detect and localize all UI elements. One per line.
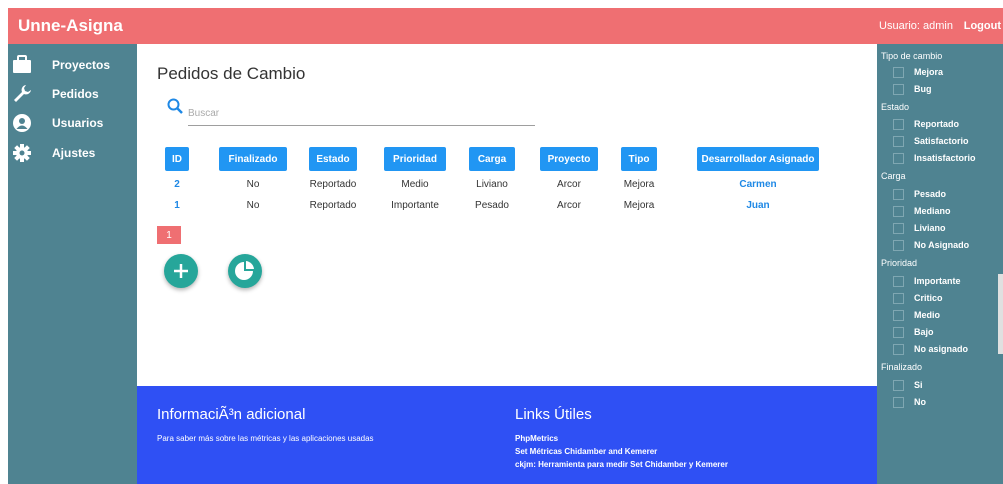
checkbox[interactable]: [893, 327, 904, 338]
column-header-carga[interactable]: Carga: [469, 147, 515, 171]
page-title: Pedidos de Cambio: [157, 64, 306, 83]
footer-info-title: InformaciÃ³n adicional: [157, 406, 306, 423]
sidebar-item-usuarios[interactable]: Usuarios: [8, 112, 137, 136]
table-cell-finalizado: No: [246, 200, 260, 211]
brand-logo[interactable]: Unne-Asigna: [18, 16, 123, 36]
sidebar-item-label: Proyectos: [52, 58, 111, 72]
table-cell-tipo: Mejora: [623, 179, 655, 190]
filter-group-title: Estado: [881, 102, 910, 112]
search-icon: [167, 98, 183, 114]
sidebar-item-ajustes[interactable]: Ajustes: [8, 142, 137, 166]
column-header-tipo[interactable]: Tipo: [621, 147, 657, 171]
column-header-prioridad[interactable]: Prioridad: [384, 147, 446, 171]
column-header-desarrollador[interactable]: Desarrollador Asignado: [697, 147, 819, 171]
logout-link[interactable]: Logout: [964, 20, 1001, 32]
checkbox[interactable]: [893, 293, 904, 304]
table-cell-estado: Reportado: [309, 179, 357, 190]
sidebar-item-label: Pedidos: [52, 87, 99, 101]
filter-group-title: Finalizado: [881, 362, 923, 372]
column-header-proyecto[interactable]: Proyecto: [540, 147, 598, 171]
table-cell-carga: Liviano: [476, 179, 508, 190]
checkbox[interactable]: [893, 223, 904, 234]
footer-link-ck-metrics[interactable]: Set Métricas Chidamber and Kemerer: [515, 447, 657, 456]
footer-info-text: Para saber más sobre las métricas y las …: [157, 434, 374, 443]
table-cell-id[interactable]: 1: [165, 200, 189, 211]
pie-chart-icon: [235, 261, 254, 280]
wrench-icon: [14, 85, 31, 102]
pagination-page-1[interactable]: 1: [157, 226, 181, 244]
filter-group-title: Prioridad: [881, 258, 918, 268]
current-user-label: Usuario: admin: [879, 20, 953, 32]
footer-link-phpmetrics[interactable]: PhpMetrics: [515, 434, 558, 443]
checkbox[interactable]: [893, 153, 904, 164]
table-cell-id[interactable]: 2: [165, 179, 189, 190]
checkbox[interactable]: [893, 206, 904, 217]
add-button[interactable]: [164, 254, 198, 288]
main-content: Pedidos de Cambio ID Finalizado Estado P…: [137, 44, 877, 386]
checkbox[interactable]: [893, 380, 904, 391]
table-cell-desarrollador[interactable]: Juan: [697, 200, 819, 211]
table-cell-desarrollador[interactable]: Carmen: [697, 179, 819, 190]
table-cell-estado: Reportado: [309, 200, 357, 211]
table-cell-proyecto: Arcor: [557, 200, 581, 211]
search-input[interactable]: [188, 102, 535, 126]
filter-group-title: Carga: [881, 171, 906, 181]
checkbox[interactable]: [893, 240, 904, 251]
sidebar-item-label: Ajustes: [52, 146, 96, 160]
sidebar-item-pedidos[interactable]: Pedidos: [8, 83, 137, 107]
filters-sidebar: Tipo de cambio Mejora Bug Estado Reporta…: [877, 44, 1003, 484]
app-window: Unne-Asigna Usuario: admin Logout Proyec…: [0, 0, 1003, 484]
briefcase-icon: [13, 55, 31, 73]
checkbox[interactable]: [893, 276, 904, 287]
top-bar: Unne-Asigna Usuario: admin Logout: [8, 8, 1003, 44]
table-cell-prioridad: Importante: [391, 200, 439, 211]
checkbox[interactable]: [893, 344, 904, 355]
checkbox[interactable]: [893, 189, 904, 200]
table-cell-tipo: Mejora: [623, 200, 655, 211]
column-header-finalizado[interactable]: Finalizado: [219, 147, 287, 171]
filter-group-title: Tipo de cambio: [881, 51, 943, 61]
gear-icon: [13, 144, 31, 162]
checkbox[interactable]: [893, 310, 904, 321]
column-header-id[interactable]: ID: [165, 147, 189, 171]
table-cell-carga: Pesado: [475, 200, 509, 211]
checkbox[interactable]: [893, 67, 904, 78]
checkbox[interactable]: [893, 84, 904, 95]
footer-link-ckjm[interactable]: ckjm: Herramienta para medir Set Chidamb…: [515, 460, 728, 469]
checkbox[interactable]: [893, 119, 904, 130]
statistics-button[interactable]: [228, 254, 262, 288]
table-cell-proyecto: Arcor: [557, 179, 581, 190]
sidebar-item-proyectos[interactable]: Proyectos: [8, 54, 137, 78]
footer: InformaciÃ³n adicional Para saber más so…: [137, 386, 877, 484]
sidebar-nav: Proyectos Pedidos Usuarios Ajustes: [8, 44, 137, 484]
plus-icon: [174, 264, 188, 278]
checkbox[interactable]: [893, 397, 904, 408]
sidebar-item-label: Usuarios: [52, 116, 104, 130]
scrollbar[interactable]: [998, 274, 1003, 354]
checkbox[interactable]: [893, 136, 904, 147]
footer-links-title: Links Útiles: [515, 406, 592, 423]
user-icon: [13, 114, 31, 132]
column-header-estado[interactable]: Estado: [309, 147, 357, 171]
table-cell-finalizado: No: [246, 179, 260, 190]
table-cell-prioridad: Medio: [401, 179, 429, 190]
